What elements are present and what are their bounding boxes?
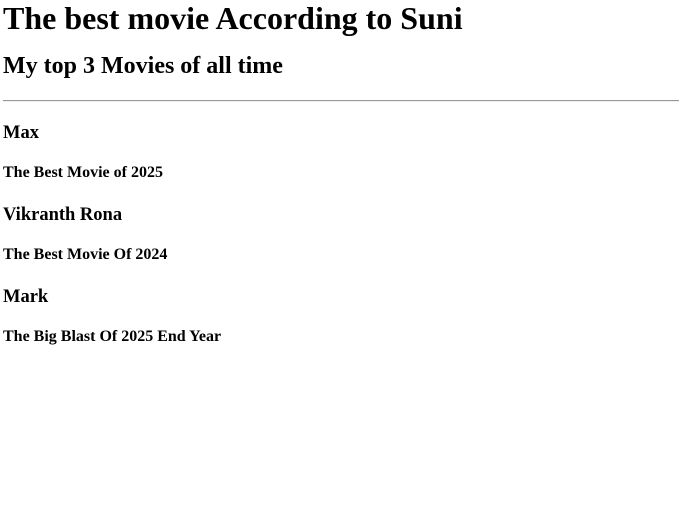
movie-note: The Big Blast Of 2025 End Year	[3, 328, 222, 345]
movie-note: The Best Movie of 2025	[3, 164, 163, 181]
movie-title: Max	[3, 123, 39, 143]
movie-item: Mark The Big Blast Of 2025 End Year	[3, 286, 679, 347]
page-title: The best movie According to Suni	[3, 0, 463, 36]
page-subtitle: My top 3 Movies of all time	[3, 53, 283, 79]
page: The best movie According to Suni My top …	[0, 0, 679, 520]
movie-title: Vikranth Rona	[3, 205, 123, 225]
movie-item: Vikranth Rona The Best Movie Of 2024	[3, 204, 679, 265]
movie-title: Mark	[3, 287, 49, 307]
movie-note: The Best Movie Of 2024	[3, 246, 168, 263]
movie-item: Max The Best Movie of 2025	[3, 122, 679, 183]
divider	[3, 100, 679, 102]
